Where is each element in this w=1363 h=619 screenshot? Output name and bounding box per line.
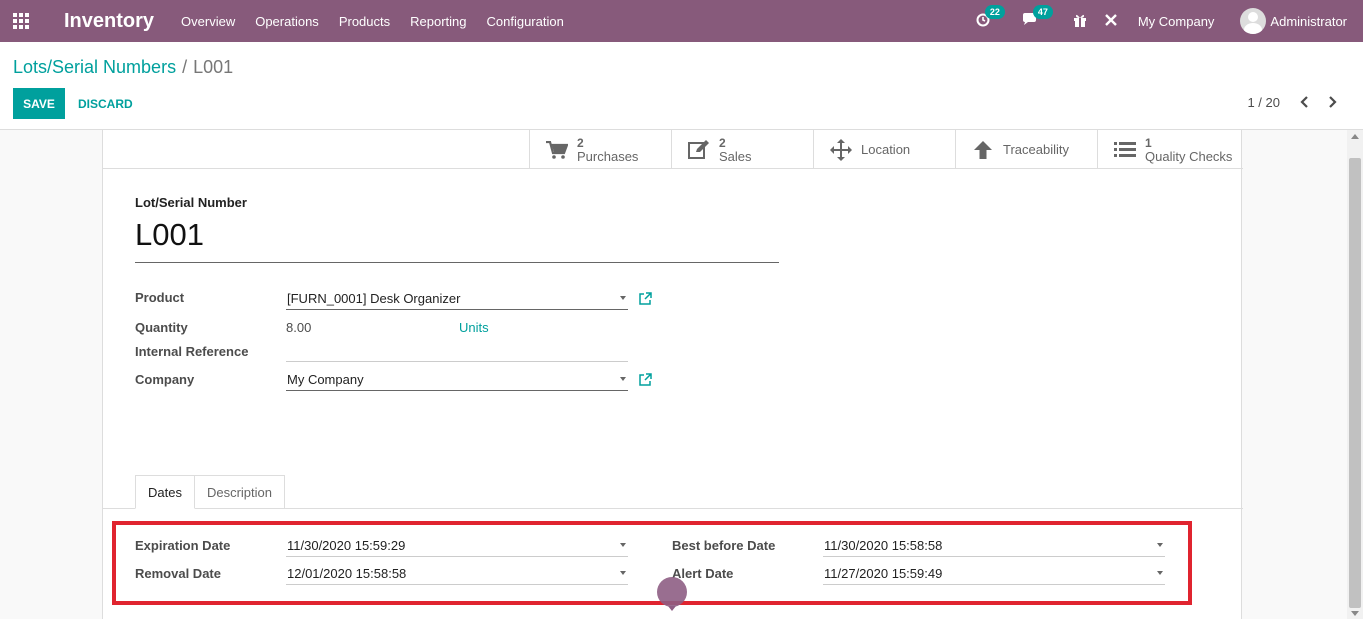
smart-button-box: 2 Purchases 2 Sales Location Traceabilit… — [529, 130, 1243, 169]
menu-products[interactable]: Products — [339, 14, 390, 29]
pager-value[interactable]: 1 / 20 — [1247, 95, 1280, 110]
chevron-down-icon[interactable] — [620, 377, 626, 381]
location-smart-button[interactable]: Location — [813, 130, 955, 169]
pager-next-icon[interactable] — [1322, 92, 1342, 112]
user-menu[interactable]: Administrator — [1270, 14, 1347, 29]
activity-count-badge: 22 — [984, 4, 1005, 19]
tab-dates[interactable]: Dates — [135, 475, 195, 509]
user-avatar[interactable] — [1240, 8, 1267, 34]
control-panel: Lots/Serial Numbers / L001 SAVE DISCARD 1 … — [0, 42, 1363, 130]
mouse-cursor-tip — [668, 606, 676, 611]
internal-reference-input[interactable] — [286, 340, 628, 362]
top-navbar: Inventory Overview Operations Products R… — [0, 0, 1363, 42]
quantity-label: Quantity — [135, 320, 188, 335]
purchases-count: 2 — [577, 135, 584, 150]
product-select[interactable]: [FURN_0001] Desk Organizer — [286, 288, 628, 310]
vertical-scrollbar[interactable] — [1347, 130, 1363, 619]
main-menu: Overview Operations Products Reporting C… — [181, 14, 584, 29]
menu-overview[interactable]: Overview — [181, 14, 235, 29]
purchases-smart-button[interactable]: 2 Purchases — [529, 130, 671, 169]
external-link-icon[interactable] — [638, 292, 652, 306]
apps-menu-icon[interactable] — [13, 13, 31, 29]
sales-count: 2 — [719, 135, 726, 150]
cart-icon — [545, 140, 569, 160]
quality-checks-count: 1 — [1145, 135, 1152, 150]
discard-button[interactable]: DISCARD — [78, 88, 133, 119]
company-select[interactable]: My Company — [286, 369, 628, 391]
arrow-up-icon — [971, 140, 995, 160]
systray: 22 47 My Company Administrator — [976, 0, 1363, 42]
chevron-down-icon[interactable] — [620, 296, 626, 300]
company-value: My Company — [287, 372, 364, 387]
internal-reference-label: Internal Reference — [135, 344, 249, 359]
list-icon — [1113, 140, 1137, 160]
product-value: [FURN_0001] Desk Organizer — [287, 291, 461, 306]
traceability-smart-button[interactable]: Traceability — [955, 130, 1097, 169]
product-label: Product — [135, 290, 185, 305]
scroll-down-icon[interactable] — [1351, 611, 1359, 616]
location-label: Location — [861, 142, 911, 157]
save-button[interactable]: SAVE — [13, 88, 65, 119]
menu-configuration[interactable]: Configuration — [487, 14, 564, 29]
activity-clock-icon[interactable]: 22 — [976, 4, 1005, 30]
breadcrumb-separator: / — [182, 57, 188, 77]
scroll-up-icon[interactable] — [1351, 134, 1359, 139]
gift-icon[interactable] — [1073, 13, 1087, 30]
lot-number-label: Lot/Serial Number — [135, 195, 247, 210]
quality-checks-label: Quality Checks — [1145, 148, 1233, 164]
menu-operations[interactable]: Operations — [255, 14, 319, 29]
move-icon — [829, 138, 853, 161]
purchases-label: Purchases — [577, 148, 639, 164]
lot-number-input[interactable]: L001 — [135, 215, 779, 263]
highlight-box — [112, 521, 1192, 605]
sales-smart-button[interactable]: 2 Sales — [671, 130, 813, 169]
debug-tools-icon[interactable] — [1104, 13, 1118, 30]
company-switcher[interactable]: My Company — [1138, 14, 1215, 29]
company-label: Company — [135, 372, 195, 387]
mouse-cursor — [657, 577, 687, 607]
menu-reporting[interactable]: Reporting — [410, 14, 466, 29]
messages-chat-icon[interactable]: 47 — [1022, 4, 1053, 30]
app-title[interactable]: Inventory — [64, 10, 154, 33]
breadcrumb: Lots/Serial Numbers / L001 — [13, 57, 233, 78]
quality-checks-smart-button[interactable]: 1 Quality Checks — [1097, 130, 1239, 169]
edit-icon — [687, 139, 711, 160]
scrollbar-thumb[interactable] — [1349, 158, 1361, 608]
quantity-unit-link[interactable]: Units — [459, 320, 489, 335]
sales-label: Sales — [719, 148, 752, 164]
divider — [103, 168, 529, 169]
breadcrumb-parent-link[interactable]: Lots/Serial Numbers — [13, 57, 176, 77]
tab-description[interactable]: Description — [194, 475, 285, 509]
breadcrumb-current: L001 — [193, 57, 234, 77]
notebook-tabs: Dates Description — [135, 475, 285, 509]
external-link-icon[interactable] — [638, 373, 652, 387]
traceability-label: Traceability — [1003, 142, 1069, 157]
pager-previous-icon[interactable] — [1295, 92, 1315, 112]
quantity-value: 8.00 — [286, 320, 312, 335]
messages-count-badge: 47 — [1032, 4, 1053, 19]
